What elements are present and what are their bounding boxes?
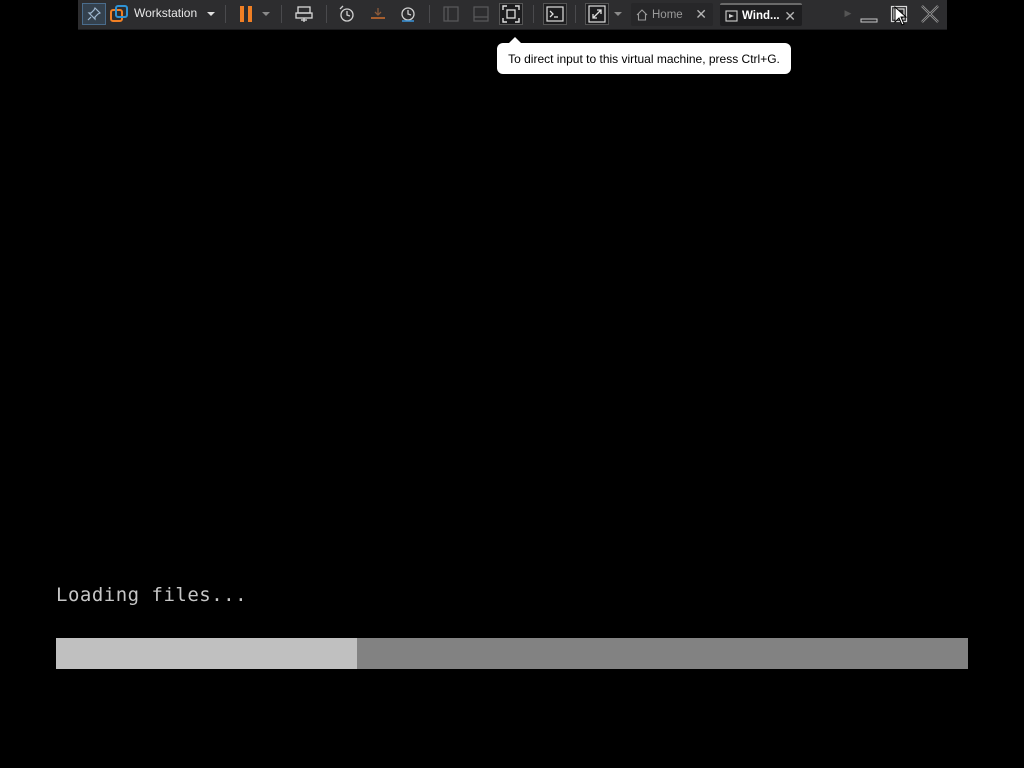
stretch-guest-button[interactable] [585,3,609,25]
boot-progress-bar [56,638,968,669]
console-view-icon [546,6,564,22]
mouse-cursor-icon [894,6,908,26]
boot-status-text: Loading files... [56,584,248,606]
tab-virtual-machine[interactable]: Wind... ✕ [720,3,802,26]
chevron-down-icon [262,12,270,16]
minimize-icon [860,18,878,23]
tab-home[interactable]: Home ✕ [631,3,713,26]
take-snapshot-icon [339,5,354,22]
toolbar-divider [281,5,282,23]
stretch-options-dropdown[interactable] [612,3,624,25]
revert-snapshot-button[interactable] [367,3,389,25]
home-icon [636,8,648,21]
revert-snapshot-icon [371,8,385,19]
tab-vm-label: Wind... [742,9,780,22]
full-screen-icon [502,5,520,23]
show-thumbnail-bar-icon [473,6,489,22]
toolbar-divider [575,5,576,23]
console-view-button[interactable] [543,3,567,25]
snapshot-manager-button[interactable] [397,3,419,25]
workstation-app-button[interactable] [109,3,129,25]
send-ctrl-alt-del-button[interactable] [293,3,317,25]
toolbar-divider [429,5,430,23]
tab-scroll-right-icon[interactable]: ▶ [843,3,853,25]
tab-home-label: Home [652,8,683,21]
toolbar-divider [533,5,534,23]
boot-progress-fill [56,638,357,669]
chevron-down-icon [614,12,622,16]
send-ctrl-alt-del-icon [295,6,313,22]
vm-icon [725,9,738,22]
vm-fullscreen-toolbar: Workstation Home ✕ Wind... ✕ ▶ [78,0,947,30]
close-icon[interactable]: ✕ [784,8,796,25]
minimize-button[interactable] [858,3,880,25]
toolbar-divider [225,5,226,23]
toolbar-divider [326,5,327,23]
chevron-down-icon [207,12,215,16]
vmware-workstation-icon [110,5,128,22]
full-screen-button[interactable] [499,3,523,25]
pause-icon [240,6,252,22]
workstation-menu-dropdown[interactable] [205,3,217,25]
show-library-button[interactable] [440,3,462,25]
show-thumbnail-bar-button[interactable] [470,3,492,25]
pin-toolbar-button[interactable] [82,3,106,25]
pause-vm-button[interactable] [236,3,256,25]
stretch-guest-icon [588,5,606,23]
close-icon [921,5,939,23]
close-icon[interactable]: ✕ [695,6,707,23]
power-options-dropdown[interactable] [260,3,272,25]
close-window-button[interactable] [918,3,942,25]
snapshot-manager-icon [401,7,415,22]
input-grab-tooltip: To direct input to this virtual machine,… [497,37,791,74]
show-library-icon [443,6,459,22]
pin-icon [87,7,101,21]
take-snapshot-button[interactable] [336,3,358,25]
workstation-menu-label[interactable]: Workstation [134,6,197,20]
